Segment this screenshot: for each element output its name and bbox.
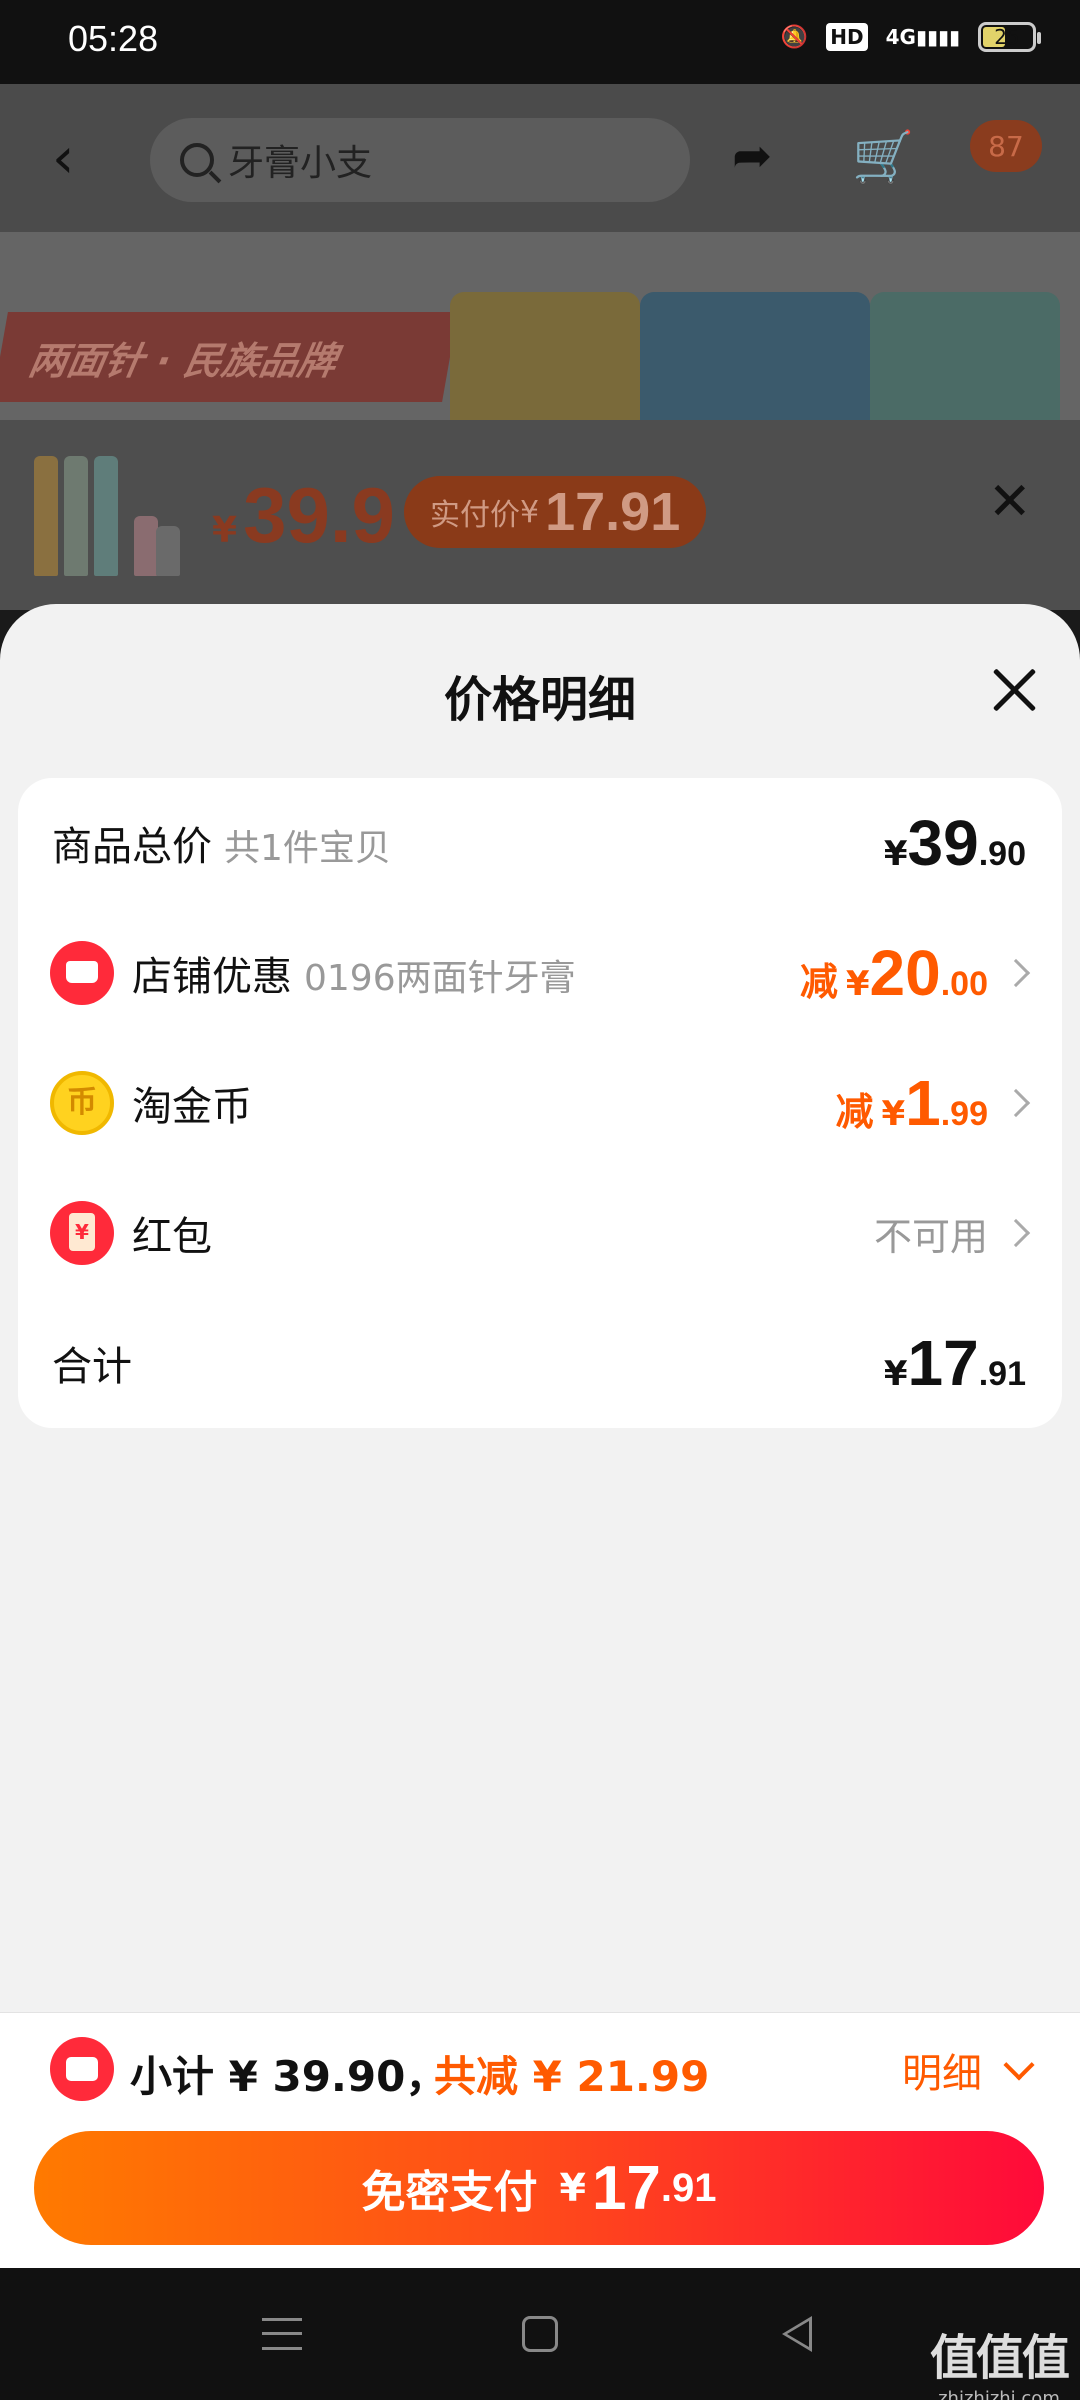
gold-coin-amount: 减 ¥ 1 .99 bbox=[835, 1066, 1031, 1140]
pay-button[interactable]: 免密支付 ¥ 17 .91 bbox=[34, 2131, 1044, 2245]
chevron-right-icon bbox=[1001, 1088, 1031, 1118]
message-badge[interactable]: 87 bbox=[970, 120, 1042, 172]
product-summary: ¥ 39.9 实付价 ¥ 17.91 ✕ bbox=[0, 420, 1080, 610]
red-packet-row[interactable]: 红包 不可用 bbox=[18, 1168, 1062, 1298]
coin-icon bbox=[50, 1071, 114, 1135]
product-price: ¥ 39.9 bbox=[212, 471, 395, 559]
close-icon[interactable]: ✕ bbox=[988, 476, 1032, 528]
coupon-icon bbox=[50, 2037, 114, 2101]
red-packet-status: 不可用 bbox=[874, 1206, 1031, 1261]
status-bar: 05:28 🔕 HD 4G▮▮▮▮ 25 bbox=[0, 0, 1080, 84]
close-icon[interactable] bbox=[986, 662, 1042, 718]
sum-row: 合计 ¥ 17 .91 bbox=[52, 1327, 1026, 1399]
brand-banner: 两面针 · 民族品牌 bbox=[0, 232, 1080, 420]
mute-icon: 🔕 bbox=[780, 24, 809, 50]
total-saved-text: 共减 ¥ 21.99 bbox=[434, 2052, 710, 2101]
real-price-badge: 实付价 ¥ 17.91 bbox=[404, 476, 707, 548]
sum-amount: ¥ 17 .91 bbox=[883, 1327, 1026, 1399]
subtotal-text: 小计 ¥ 39.90， bbox=[130, 2052, 448, 2101]
status-time: 05:28 bbox=[68, 18, 159, 59]
system-nav-bar: 值值值 zhizhizhi.com bbox=[0, 2268, 1080, 2400]
back-icon[interactable] bbox=[782, 2316, 812, 2352]
chevron-right-icon bbox=[1001, 958, 1031, 988]
hd-icon: HD bbox=[826, 23, 868, 51]
chevron-right-icon bbox=[1001, 1218, 1031, 1248]
watermark-logo: 值值值 zhizhizhi.com bbox=[929, 2330, 1070, 2400]
banner-art bbox=[870, 292, 1060, 420]
store-discount-row[interactable]: 店铺优惠 0196两面针牙膏 减 ¥ 20 .00 bbox=[18, 908, 1062, 1038]
banner-art bbox=[450, 292, 640, 420]
price-breakdown-card: 商品总价 共1件宝贝 ¥ 39 .90 店铺优惠 0196两面针牙膏 减 ¥ 2… bbox=[18, 778, 1062, 1428]
red-packet-icon bbox=[50, 1201, 114, 1265]
store-discount-amount: 减 ¥ 20 .00 bbox=[800, 936, 1031, 1010]
product-top-bar: ‹ 牙膏小支 ➦ 🛒 87 bbox=[0, 84, 1080, 232]
home-icon[interactable] bbox=[522, 2316, 558, 2352]
chevron-down-icon bbox=[1003, 2049, 1035, 2081]
status-icons: 🔕 HD 4G▮▮▮▮ 25 bbox=[780, 22, 1041, 52]
detail-toggle-button[interactable]: 明细 bbox=[902, 2041, 1035, 2099]
checkout-footer: 小计 ¥ 39.90， 共减 ¥ 21.99 明细 免密支付 ¥ 17 .91 bbox=[0, 2012, 1080, 2268]
search-input[interactable]: 牙膏小支 bbox=[150, 118, 690, 202]
brand-logo: 两面针 · 民族品牌 bbox=[0, 312, 458, 402]
banner-art bbox=[640, 292, 870, 420]
product-thumbnail bbox=[30, 446, 180, 576]
total-price-row: 商品总价 共1件宝贝 ¥ 39 .90 bbox=[52, 807, 1026, 879]
total-price-amount: ¥ 39 .90 bbox=[883, 807, 1026, 879]
network-type: 4G bbox=[885, 25, 916, 49]
gold-coin-row[interactable]: 淘金币 减 ¥ 1 .99 bbox=[18, 1038, 1062, 1168]
battery-icon: 25 bbox=[978, 22, 1041, 52]
menu-icon[interactable] bbox=[262, 2318, 302, 2350]
signal-icon: 4G▮▮▮▮ bbox=[885, 25, 960, 49]
battery-level: 25 bbox=[994, 25, 1020, 49]
sheet-title: 价格明细 bbox=[443, 672, 636, 728]
search-icon bbox=[180, 143, 214, 177]
search-placeholder: 牙膏小支 bbox=[228, 143, 373, 184]
share-icon[interactable]: ➦ bbox=[732, 128, 796, 192]
back-arrow-icon[interactable]: ‹ bbox=[52, 124, 112, 194]
product-page-overlay[interactable]: ‹ 牙膏小支 ➦ 🛒 87 两面针 · 民族品牌 ¥ 39.9 实付价 ¥ 17… bbox=[0, 84, 1080, 610]
cart-icon[interactable]: 🛒 bbox=[852, 128, 916, 192]
store-icon bbox=[50, 941, 114, 1005]
